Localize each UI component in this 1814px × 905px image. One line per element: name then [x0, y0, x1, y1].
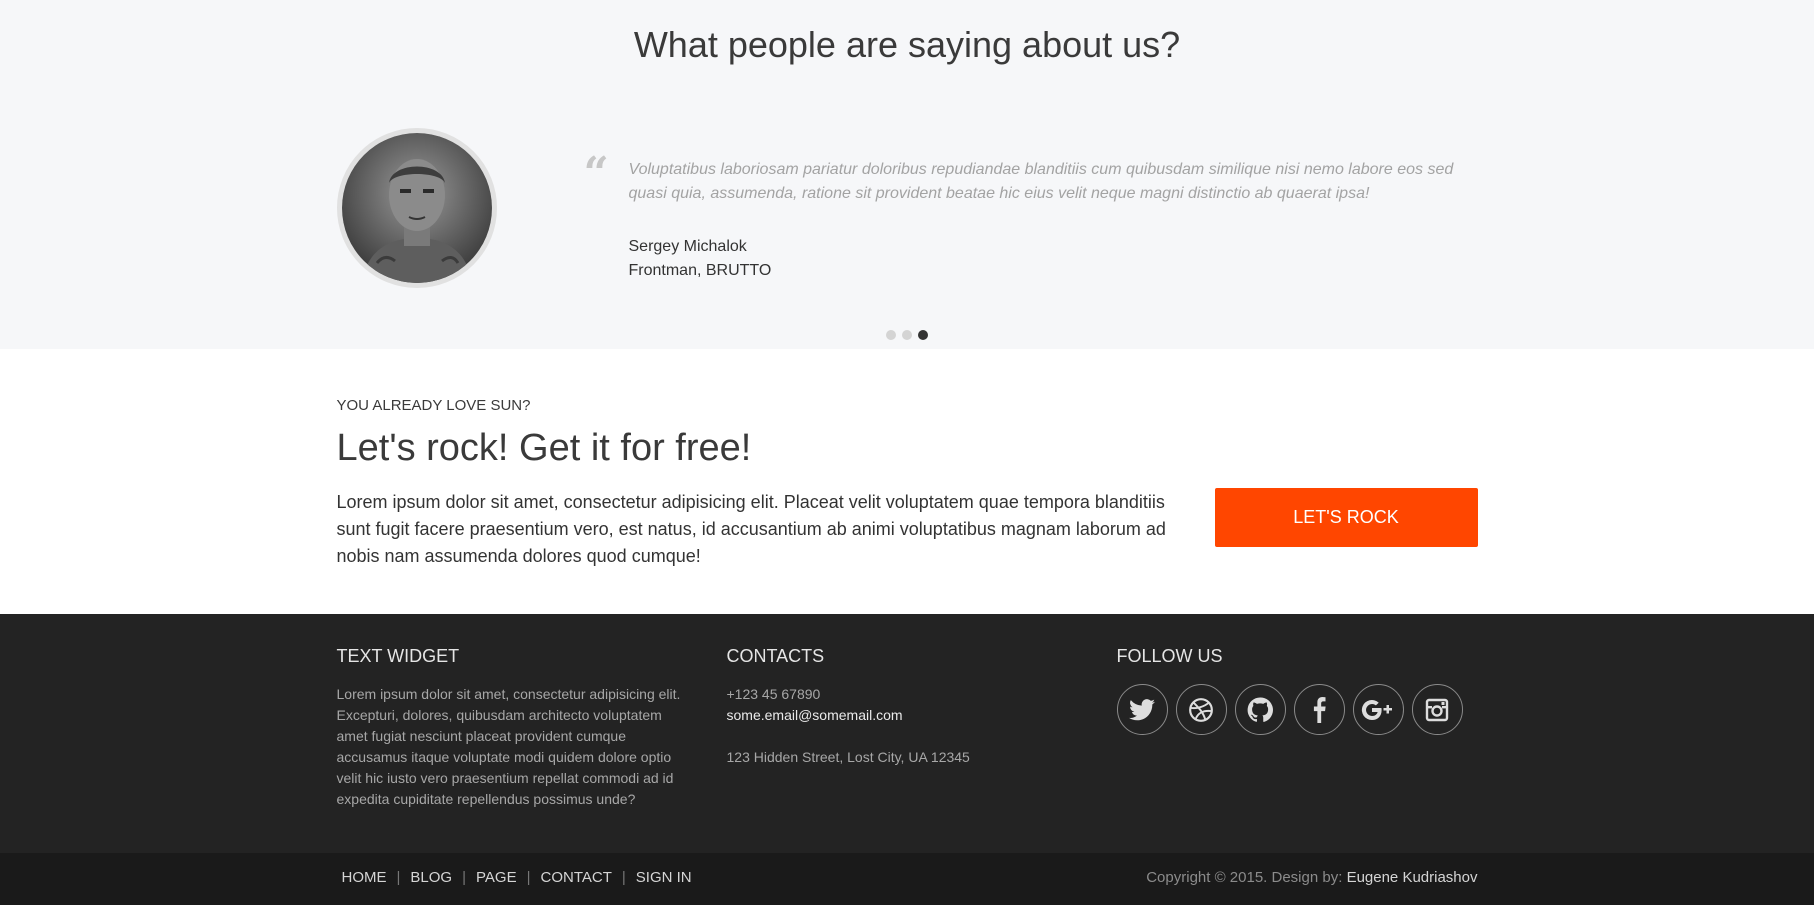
quote-icon: “	[583, 148, 609, 199]
slider-pagination	[886, 330, 928, 340]
nav-separator: |	[526, 869, 531, 886]
footer-nav-sign-in[interactable]: SIGN IN	[636, 869, 692, 886]
nav-separator: |	[396, 869, 401, 886]
follow-widget: FOLLOW US	[1116, 646, 1477, 735]
bottom-bar: HOME | BLOG | PAGE | CONTACT | SIGN IN C…	[0, 853, 1814, 905]
testimonials-section: What people are saying about us? “ Volup…	[0, 0, 1814, 349]
slider-dot-3[interactable]	[918, 330, 928, 340]
footer-nav-home[interactable]: HOME	[342, 869, 387, 886]
text-widget: TEXT WIDGET Lorem ipsum dolor sit amet, …	[337, 646, 697, 810]
nav-separator: |	[462, 869, 466, 886]
nav-separator: |	[621, 869, 626, 886]
lets-rock-button[interactable]: LET'S ROCK	[1214, 488, 1478, 547]
contact-address: 123 Hidden Street, Lost City, UA 12345	[726, 749, 970, 765]
slider-dot-2[interactable]	[902, 330, 912, 340]
contacts-widget: CONTACTS +123 45 67890 some.email@somema…	[727, 646, 1087, 768]
contacts-title: CONTACTS	[726, 646, 825, 666]
text-widget-body: Lorem ipsum dolor sit amet, consectetur …	[336, 686, 681, 807]
twitter-icon[interactable]	[1116, 684, 1168, 735]
dribbble-icon[interactable]	[1175, 684, 1227, 735]
text-widget-title: TEXT WIDGET	[336, 646, 460, 666]
footer-nav: HOME | BLOG | PAGE | CONTACT | SIGN IN	[342, 869, 692, 886]
author-name: Sergey Michalok	[628, 238, 747, 255]
instagram-icon[interactable]	[1411, 684, 1463, 735]
copyright: Copyright © 2015. Design by: Eugene Kudr…	[1146, 869, 1477, 886]
contact-email[interactable]: some.email@somemail.com	[727, 705, 1087, 726]
cta-text: Lorem ipsum dolor sit amet, consectetur …	[336, 492, 1166, 566]
google-plus-icon[interactable]	[1352, 684, 1404, 735]
copyright-text: Copyright © 2015. Design by:	[1146, 869, 1343, 886]
footer-nav-page[interactable]: PAGE	[476, 869, 517, 886]
footer-nav-contact[interactable]: CONTACT	[540, 869, 611, 886]
facebook-icon[interactable]	[1293, 684, 1345, 735]
testimonial-author: Sergey Michalok Frontman, BRUTTO	[629, 235, 772, 283]
cta-eyebrow: YOU ALREADY LOVE SUN?	[336, 397, 531, 414]
footer-nav-blog[interactable]: BLOG	[410, 869, 452, 886]
slider-dot-1[interactable]	[886, 330, 896, 340]
contact-phone: +123 45 67890	[726, 686, 821, 702]
author-role: Frontman, BRUTTO	[628, 262, 772, 279]
cta-section: YOU ALREADY LOVE SUN? Let's rock! Get it…	[0, 349, 1814, 614]
avatar	[336, 128, 497, 288]
social-links	[1116, 684, 1477, 735]
github-icon[interactable]	[1234, 684, 1286, 735]
designer-link[interactable]: Eugene Kudriashov	[1347, 869, 1478, 886]
follow-title: FOLLOW US	[1116, 646, 1223, 666]
testimonial-quote: Voluptatibus laboriosam pariatur dolorib…	[628, 161, 1454, 202]
footer: TEXT WIDGET Lorem ipsum dolor sit amet, …	[0, 614, 1814, 853]
cta-heading: Let's rock! Get it for free!	[336, 427, 752, 469]
testimonials-title: What people are saying about us?	[633, 24, 1181, 65]
